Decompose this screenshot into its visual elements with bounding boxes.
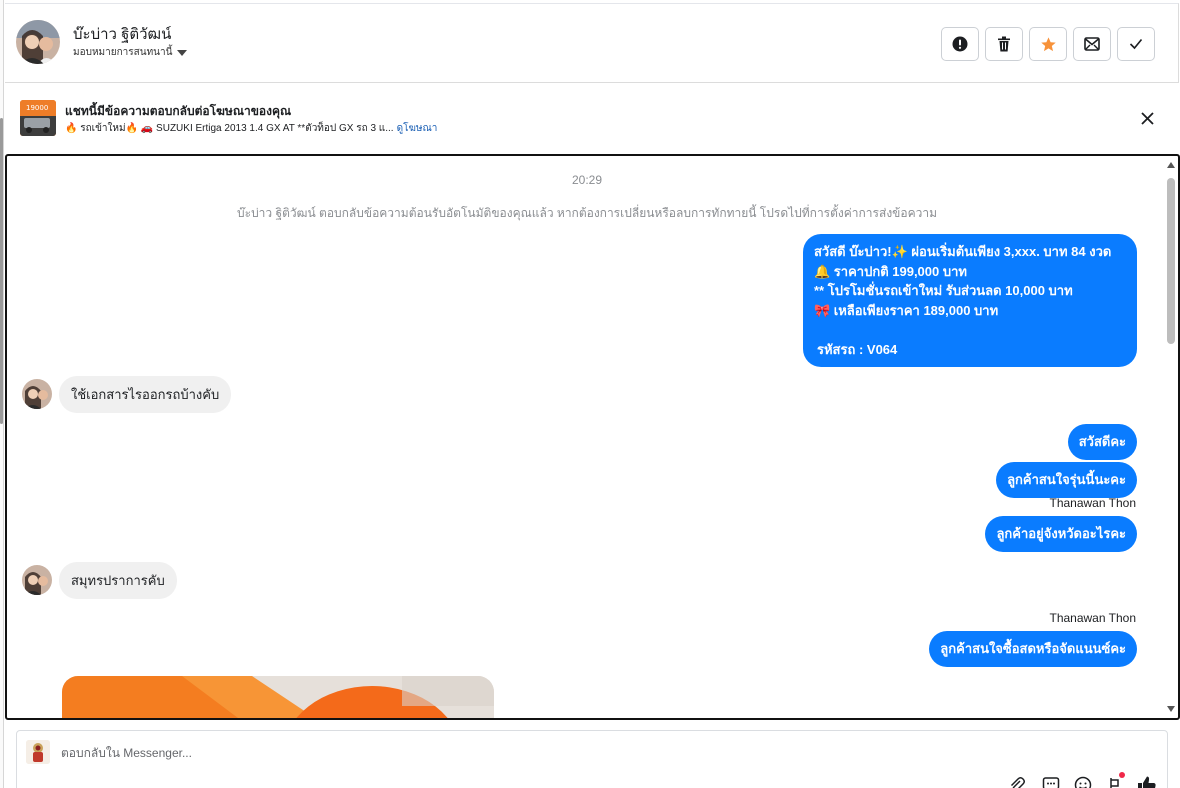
- exclamation-icon: [952, 36, 968, 52]
- ad-thumbnail-text: 19000: [26, 104, 48, 112]
- welcome-line: 🎀 เหลือเพียงราคา 189,000 บาท: [814, 302, 999, 318]
- ad-description-text: 🔥 รถเข้าใหม่🔥 🚗 SUZUKI Ertiga 2013 1.4 G…: [65, 123, 394, 134]
- outgoing-message-bubble[interactable]: ลูกค้าอยู่จังหวัดอะไรคะ: [985, 516, 1137, 552]
- reply-composer: [16, 730, 1168, 788]
- check-icon: [1129, 38, 1143, 50]
- trash-icon: [998, 36, 1010, 52]
- left-panel-edge: [0, 0, 4, 788]
- mark-done-button[interactable]: [1117, 27, 1155, 61]
- saved-replies-button[interactable]: [1041, 775, 1061, 788]
- welcome-line: 🔔 ราคาปกติ 199,000 บาท: [814, 263, 967, 279]
- envelope-icon: [1084, 37, 1100, 51]
- attach-button[interactable]: [1007, 775, 1027, 788]
- view-ad-link[interactable]: ดูโฆษณา: [397, 123, 438, 134]
- scroll-up-arrow-icon[interactable]: [1167, 162, 1175, 168]
- reply-input[interactable]: [61, 746, 961, 760]
- incoming-message-bubble[interactable]: สมุทรปราการคับ: [59, 562, 177, 599]
- close-icon: [1140, 111, 1154, 125]
- incoming-message-bubble[interactable]: ใช้เอกสารไรออกรถบ้างคับ: [59, 376, 232, 413]
- message-thread[interactable]: 20:29 บ๊ะบ่าว ฐิติวัฒน์ ตอบกลับข้อความต้…: [5, 154, 1180, 720]
- outgoing-message-bubble[interactable]: ลูกค้าสนใจรุ่นนี้นะคะ: [996, 462, 1137, 498]
- delete-button[interactable]: [985, 27, 1023, 61]
- contact-avatar-small[interactable]: [22, 379, 52, 409]
- welcome-line: รหัสรถ : V064: [817, 341, 898, 357]
- emoji-button[interactable]: [1073, 775, 1093, 788]
- outgoing-message-bubble[interactable]: สวัสดีคะ: [1067, 424, 1137, 460]
- assign-conversation-dropdown[interactable]: มอบหมายการสนทนานี้: [73, 45, 188, 60]
- incoming-image-attachment[interactable]: [62, 676, 494, 718]
- contact-avatar-small[interactable]: [22, 565, 52, 595]
- saved-reply-icon: [1042, 777, 1060, 788]
- sender-name: Thanawan Thon: [1049, 611, 1136, 625]
- messenger-inbox-window: บ๊ะบ่าว ฐิติวัฒน์ มอบหมายการสนทนานี้ 190…: [0, 0, 1180, 788]
- welcome-message-bubble[interactable]: สวัสดี บ๊ะบ่าว!✨ ผ่อนเริ่มต้นเพียง 3,xxx…: [803, 234, 1137, 367]
- star-icon: [1040, 36, 1056, 51]
- thumbs-up-icon: [1138, 776, 1156, 788]
- conversation-actions: [941, 27, 1155, 61]
- page-avatar: [26, 740, 50, 764]
- outgoing-message-bubble[interactable]: ลูกค้าสนใจซื้อสดหรือจัดแนนซ์คะ: [929, 631, 1137, 667]
- ad-banner-title: แชทนี้มีข้อความตอบกลับต่อโฆษณาของคุณ: [65, 104, 292, 118]
- welcome-line: [814, 320, 1126, 340]
- contact-avatar[interactable]: [16, 20, 60, 64]
- emoji-icon: [1074, 776, 1092, 788]
- assign-label: มอบหมายการสนทนานี้: [73, 47, 173, 58]
- message-timestamp: 20:29: [571, 173, 603, 187]
- welcome-line: สวัสดี บ๊ะบ่าว!✨ ผ่อนเริ่มต้นเพียง 3,xxx…: [814, 244, 1112, 259]
- notification-dot: [1119, 772, 1125, 778]
- conversation-header: บ๊ะบ่าว ฐิติวัฒน์ มอบหมายการสนทนานี้: [5, 3, 1179, 83]
- left-panel-scrollbar[interactable]: [0, 118, 3, 424]
- bookmark-button[interactable]: [1105, 772, 1125, 788]
- ad-reply-banner: 19000 แชทนี้มีข้อความตอบกลับต่อโฆษณาของค…: [5, 84, 1179, 154]
- close-banner-button[interactable]: [1137, 108, 1157, 128]
- scroll-down-arrow-icon[interactable]: [1167, 706, 1175, 712]
- like-button[interactable]: [1137, 775, 1157, 788]
- paperclip-icon: [1010, 777, 1025, 788]
- thread-scrollbar[interactable]: [1164, 156, 1178, 718]
- spam-button[interactable]: [941, 27, 979, 61]
- ad-thumbnail[interactable]: 19000: [20, 100, 56, 136]
- contact-name[interactable]: บ๊ะบ่าว ฐิติวัฒน์: [73, 22, 171, 46]
- ad-banner-description: 🔥 รถเข้าใหม่🔥 🚗 SUZUKI Ertiga 2013 1.4 G…: [65, 121, 437, 136]
- mark-unread-button[interactable]: [1073, 27, 1111, 61]
- welcome-line: ** โปรโมชั่นรถเข้าใหม่ รับส่วนลด 10,000 …: [814, 283, 1073, 298]
- system-note: บ๊ะบ่าว ฐิติวัฒน์ ตอบกลับข้อความต้อนรับอ…: [237, 206, 937, 220]
- star-button[interactable]: [1029, 27, 1067, 61]
- scrollbar-thumb[interactable]: [1167, 178, 1175, 344]
- sender-name: Thanawan Thon: [1049, 496, 1136, 510]
- chevron-down-icon: [177, 50, 188, 56]
